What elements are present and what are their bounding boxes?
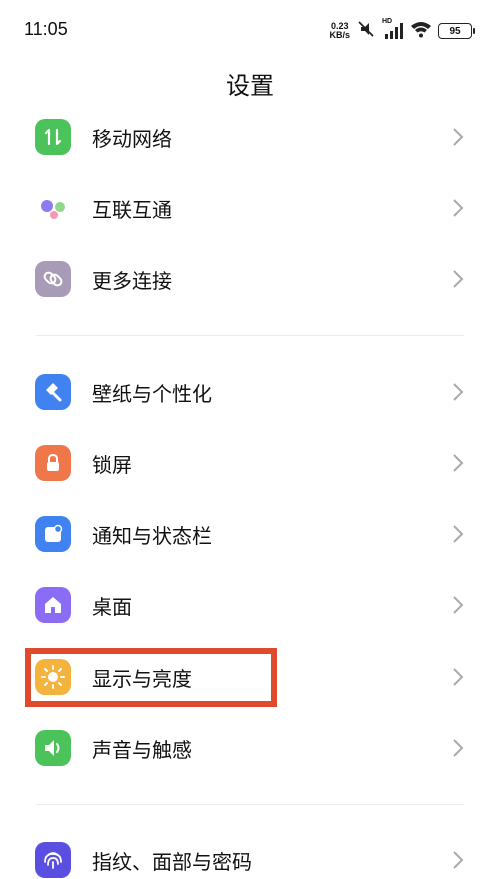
wifi-icon — [410, 20, 432, 42]
menu-label: 通知与状态栏 — [92, 523, 212, 548]
menu-item-mobile-network[interactable]: 移动网络 — [0, 107, 500, 167]
net-speed-unit: KB/s — [329, 30, 350, 40]
link-icon — [35, 261, 71, 297]
interconnect-icon — [35, 190, 71, 226]
menu-label: 声音与触感 — [92, 737, 192, 762]
menu-item-wallpaper[interactable]: 壁纸与个性化 — [0, 362, 500, 422]
chevron-right-icon — [453, 668, 464, 686]
section-divider — [36, 804, 464, 805]
fingerprint-icon — [35, 842, 71, 878]
status-time: 11:05 — [24, 19, 68, 39]
status-bar: 11:05 0.23 KB/s HD 95 — [0, 0, 500, 60]
page-title: 设置 — [226, 72, 274, 100]
menu-label: 移动网络 — [92, 126, 172, 151]
section-divider — [36, 335, 464, 336]
menu-item-interconnect[interactable]: 互联互通 — [0, 178, 500, 238]
net-speed: 0.23 KB/s — [329, 22, 350, 40]
status-icons: 0.23 KB/s HD 95 — [329, 18, 475, 44]
menu-label: 桌面 — [92, 594, 132, 619]
chevron-right-icon — [453, 454, 464, 472]
menu-label: 壁纸与个性化 — [92, 381, 212, 406]
menu-item-fingerprint[interactable]: 指纹、面部与密码 — [0, 830, 500, 879]
menu-item-notifications[interactable]: 通知与状态栏 — [0, 504, 500, 564]
chevron-right-icon — [453, 851, 464, 869]
chevron-right-icon — [453, 596, 464, 614]
chevron-right-icon — [453, 525, 464, 543]
mute-icon — [356, 19, 376, 43]
lock-icon — [35, 445, 71, 481]
menu-label: 指纹、面部与密码 — [92, 849, 252, 874]
sound-icon — [35, 730, 71, 766]
cellular-signal-icon: HD — [382, 18, 404, 41]
menu-label: 锁屏 — [92, 452, 132, 477]
menu-item-lock-screen[interactable]: 锁屏 — [0, 433, 500, 493]
highlight-box — [25, 648, 277, 707]
menu-item-desktop[interactable]: 桌面 — [0, 575, 500, 635]
chevron-right-icon — [453, 739, 464, 757]
menu-item-sound[interactable]: 声音与触感 — [0, 718, 500, 778]
chevron-right-icon — [453, 270, 464, 288]
chevron-right-icon — [453, 199, 464, 217]
battery-indicator: 95 — [438, 23, 475, 39]
wallpaper-brush-icon — [35, 374, 71, 410]
menu-label: 互联互通 — [92, 197, 172, 222]
chevron-right-icon — [453, 383, 464, 401]
chevron-right-icon — [453, 128, 464, 146]
notification-icon — [35, 516, 71, 552]
menu-label: 更多连接 — [92, 268, 172, 293]
home-icon — [35, 587, 71, 623]
menu-item-more-connections[interactable]: 更多连接 — [0, 249, 500, 309]
mobile-network-icon — [35, 119, 71, 155]
